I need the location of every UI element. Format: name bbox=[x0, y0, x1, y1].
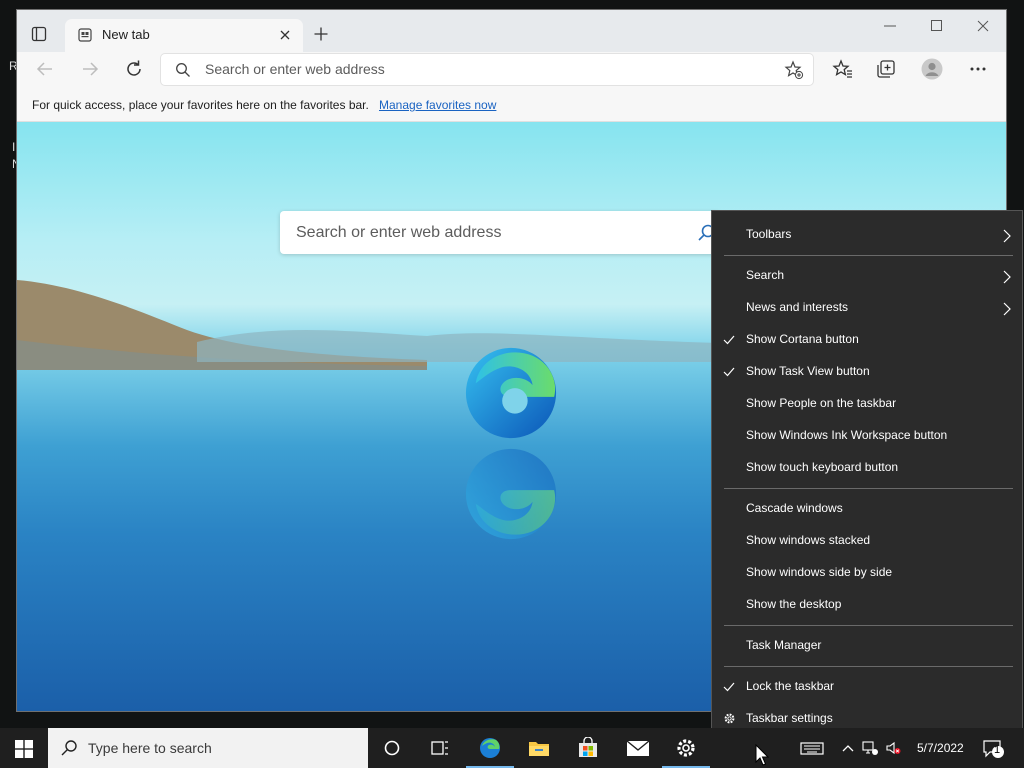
notification-count: 1 bbox=[994, 744, 1001, 756]
menu-item-show-windows-stacked[interactable]: Show windows stacked bbox=[712, 526, 1022, 556]
taskbar-search-box[interactable]: Type here to search bbox=[48, 728, 368, 768]
task-view-icon bbox=[431, 741, 448, 755]
new-tab-plus-icon[interactable] bbox=[313, 26, 329, 42]
menu-item-label: Show touch keyboard button bbox=[746, 460, 899, 474]
new-tab-page-icon bbox=[78, 28, 92, 42]
menu-item-label: Show windows stacked bbox=[746, 533, 871, 547]
tab-title: New tab bbox=[102, 27, 150, 42]
menu-item-task-manager[interactable]: Task Manager bbox=[712, 631, 1022, 661]
action-center-button[interactable]: 1 bbox=[983, 739, 1005, 759]
menu-item-label: Show the desktop bbox=[746, 597, 842, 611]
cortana-button[interactable] bbox=[368, 728, 416, 768]
file-explorer-icon bbox=[529, 742, 549, 756]
taskbar-app-mail[interactable] bbox=[613, 728, 661, 768]
settings-icon bbox=[677, 739, 695, 757]
close-tab-icon[interactable] bbox=[277, 27, 293, 43]
menu-item-label: News and interests bbox=[746, 300, 849, 314]
cortana-icon bbox=[384, 740, 400, 756]
profile-avatar-icon[interactable] bbox=[921, 58, 943, 80]
collections-icon[interactable] bbox=[875, 58, 897, 80]
edge-logo-reflection-icon bbox=[465, 448, 557, 540]
tab-new-tab[interactable]: New tab bbox=[65, 19, 303, 52]
menu-item-label: Task Manager bbox=[746, 638, 822, 652]
menu-item-label: Show Task View button bbox=[746, 364, 870, 378]
address-placeholder: Search or enter web address bbox=[205, 61, 385, 77]
chevron-right-icon bbox=[1003, 270, 1011, 284]
menu-item-show-windows-ink[interactable]: Show Windows Ink Workspace button bbox=[712, 421, 1022, 451]
search-icon bbox=[61, 740, 77, 756]
menu-item-show-touch-keyboard[interactable]: Show touch keyboard button bbox=[712, 453, 1022, 483]
gear-icon bbox=[724, 713, 735, 724]
taskbar-app-file-explorer[interactable] bbox=[515, 728, 563, 768]
menu-item-label: Show windows side by side bbox=[746, 565, 893, 579]
task-view-button[interactable] bbox=[416, 728, 464, 768]
menu-item-cascade-windows[interactable]: Cascade windows bbox=[712, 494, 1022, 524]
menu-item-toolbars[interactable]: Toolbars bbox=[712, 220, 1022, 250]
address-bar[interactable]: Search or enter web address bbox=[161, 54, 813, 85]
navigation-toolbar: Search or enter web address bbox=[17, 52, 1006, 89]
taskbar: Type here to search 5/7/2022 1 bbox=[0, 728, 1024, 768]
chevron-right-icon bbox=[1003, 302, 1011, 316]
menu-item-label: Lock the taskbar bbox=[746, 679, 835, 693]
menu-separator bbox=[724, 488, 1013, 489]
taskbar-clock-date[interactable]: 5/7/2022 bbox=[917, 741, 964, 755]
menu-item-label: Show People on the taskbar bbox=[746, 396, 897, 410]
add-favorite-star-icon[interactable] bbox=[784, 60, 804, 80]
taskbar-app-settings[interactable] bbox=[662, 728, 710, 768]
menu-item-lock-the-taskbar[interactable]: Lock the taskbar bbox=[712, 672, 1022, 702]
more-options-icon[interactable] bbox=[967, 58, 989, 80]
mail-icon bbox=[626, 740, 650, 756]
favorites-bar-hint: For quick access, place your favorites h… bbox=[32, 98, 369, 112]
menu-item-news-and-interests[interactable]: News and interests bbox=[712, 293, 1022, 323]
volume-muted-tray-icon[interactable] bbox=[885, 740, 901, 756]
ntp-search-placeholder: Search or enter web address bbox=[296, 224, 502, 241]
taskbar-search-placeholder: Type here to search bbox=[88, 740, 212, 756]
tab-actions-icon[interactable] bbox=[31, 26, 47, 42]
chevron-up-icon[interactable] bbox=[840, 740, 856, 756]
close-window-icon[interactable] bbox=[975, 18, 991, 34]
tab-strip: New tab bbox=[17, 10, 1006, 52]
search-icon bbox=[176, 63, 190, 77]
menu-item-label: Show Windows Ink Workspace button bbox=[746, 428, 948, 442]
checkmark-icon bbox=[723, 682, 735, 692]
menu-separator bbox=[724, 625, 1013, 626]
menu-item-show-the-desktop[interactable]: Show the desktop bbox=[712, 590, 1022, 620]
chevron-right-icon bbox=[1003, 229, 1011, 243]
edge-icon bbox=[480, 738, 500, 758]
menu-item-label: Show Cortana button bbox=[746, 332, 859, 346]
menu-item-show-windows-side-by-side[interactable]: Show windows side by side bbox=[712, 558, 1022, 588]
menu-item-show-task-view-button[interactable]: Show Task View button bbox=[712, 357, 1022, 387]
network-tray-icon[interactable] bbox=[862, 740, 878, 756]
taskbar-app-store[interactable] bbox=[564, 728, 612, 768]
taskbar-context-menu: Toolbars Search News and interests Show … bbox=[711, 210, 1023, 744]
menu-item-show-cortana-button[interactable]: Show Cortana button bbox=[712, 325, 1022, 355]
menu-item-label: Taskbar settings bbox=[746, 711, 833, 725]
edge-logo-icon bbox=[465, 347, 557, 439]
keyboard-tray-icon[interactable] bbox=[800, 740, 824, 756]
refresh-icon[interactable] bbox=[123, 58, 145, 80]
ntp-search-box[interactable]: Search or enter web address bbox=[280, 211, 720, 254]
maximize-icon[interactable] bbox=[929, 18, 945, 34]
windows-start-icon[interactable] bbox=[15, 740, 33, 758]
store-icon bbox=[579, 737, 597, 757]
mouse-pointer-icon bbox=[755, 744, 769, 766]
back-arrow-icon[interactable] bbox=[34, 58, 56, 80]
menu-item-label: Search bbox=[746, 268, 785, 282]
checkmark-icon bbox=[723, 367, 735, 377]
menu-item-label: Cascade windows bbox=[746, 501, 843, 515]
taskbar-app-edge[interactable] bbox=[466, 728, 514, 768]
menu-item-label: Toolbars bbox=[746, 227, 792, 241]
favorites-icon[interactable] bbox=[832, 58, 854, 80]
menu-separator bbox=[724, 666, 1013, 667]
manage-favorites-link[interactable]: Manage favorites now bbox=[379, 98, 496, 112]
forward-arrow-icon[interactable] bbox=[79, 58, 101, 80]
menu-item-show-people[interactable]: Show People on the taskbar bbox=[712, 389, 1022, 419]
menu-item-search[interactable]: Search bbox=[712, 261, 1022, 291]
minimize-icon[interactable] bbox=[882, 18, 898, 34]
favorites-bar: For quick access, place your favorites h… bbox=[17, 89, 1006, 122]
checkmark-icon bbox=[723, 335, 735, 345]
menu-separator bbox=[724, 255, 1013, 256]
